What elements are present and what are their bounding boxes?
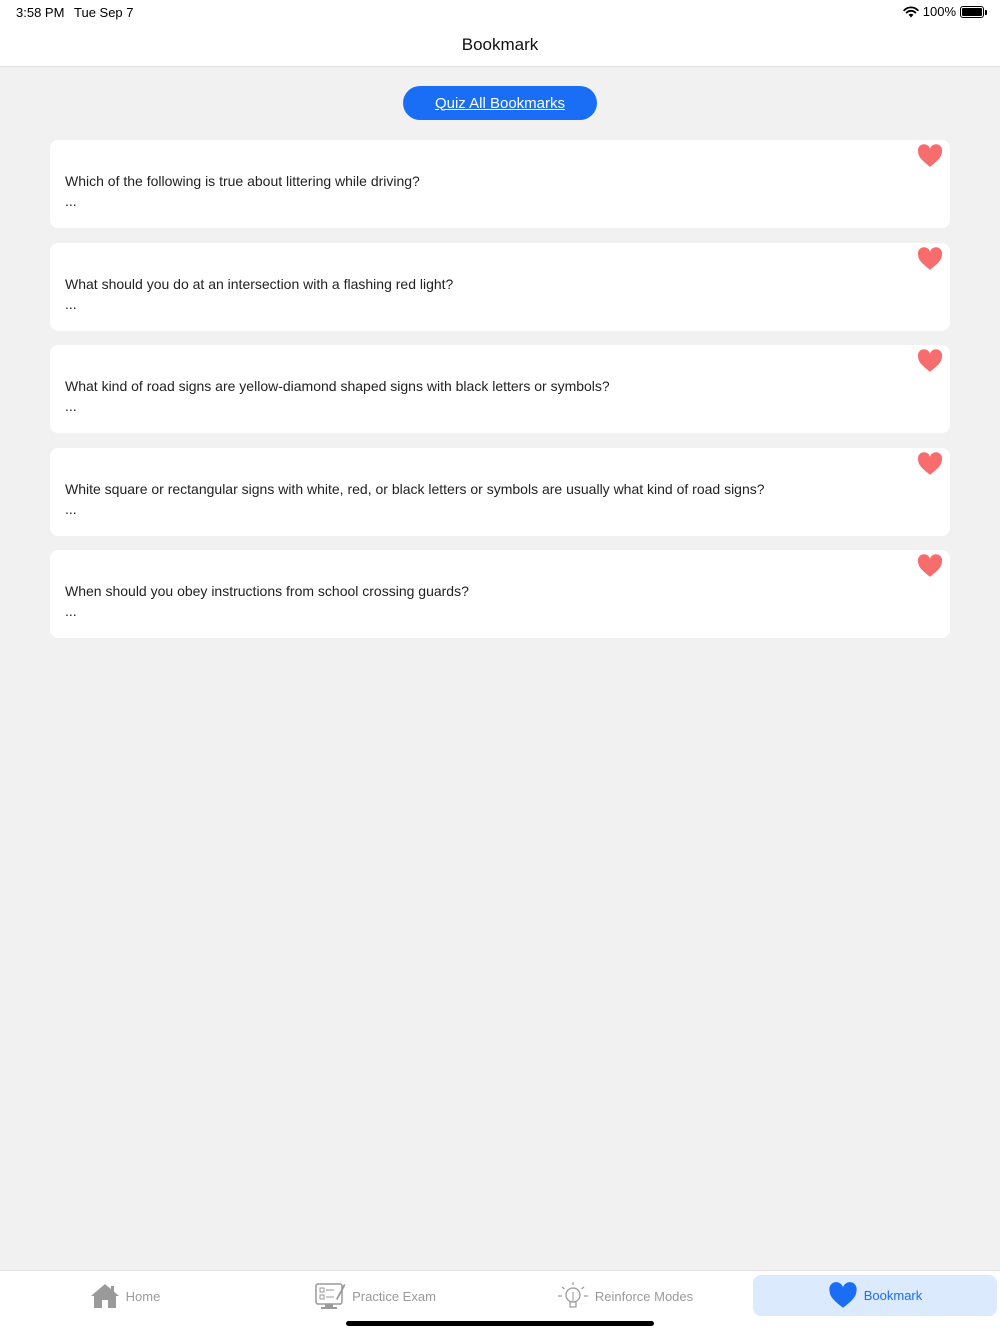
bookmark-card[interactable]: What should you do at an intersection wi… (50, 242, 950, 331)
bookmark-question: White square or rectangular signs with w… (65, 480, 765, 497)
bookmark-list: Which of the following is true about lit… (50, 140, 950, 653)
tab-bookmark[interactable]: Bookmark (753, 1275, 997, 1316)
lightbulb-icon (557, 1282, 588, 1308)
wifi-icon (903, 5, 919, 17)
heart-icon[interactable] (917, 144, 943, 168)
tab-reinforce-modes[interactable]: Reinforce Modes (500, 1271, 750, 1321)
home-indicator (346, 1321, 654, 1326)
status-date: Tue Sep 7 (74, 5, 134, 20)
bookmark-question: Which of the following is true about lit… (65, 173, 420, 189)
bookmark-question: What kind of road signs are yellow-diamo… (65, 378, 610, 394)
bookmark-ellipsis: ... (65, 603, 77, 619)
bookmark-ellipsis: ... (65, 398, 77, 414)
tab-home-label: Home (125, 1288, 161, 1304)
heart-icon[interactable] (917, 451, 943, 476)
bookmark-card[interactable]: What kind of road signs are yellow-diamo… (50, 345, 950, 433)
bookmark-card[interactable]: Which of the following is true about lit… (50, 140, 950, 228)
bookmark-card[interactable]: White square or rectangular signs with w… (50, 447, 950, 536)
bookmark-question: When should you obey instructions from s… (65, 583, 469, 599)
nav-bar: Bookmark (0, 24, 1000, 67)
heart-icon[interactable] (917, 246, 943, 271)
bookmark-ellipsis: ... (65, 193, 77, 209)
battery-icon (960, 5, 987, 18)
bookmark-ellipsis: ... (65, 295, 77, 312)
home-icon (90, 1284, 119, 1308)
status-indicators: 100% (903, 4, 987, 19)
battery-percent: 100% (922, 4, 956, 19)
quiz-all-bookmarks-button[interactable]: Quiz All Bookmarks (403, 86, 597, 120)
status-time: 3:58 PM (16, 5, 65, 20)
heart-icon[interactable] (917, 554, 943, 578)
bookmark-question: What should you do at an intersection wi… (65, 275, 454, 292)
bookmark-ellipsis: ... (65, 500, 77, 517)
bookmark-card[interactable]: When should you obey instructions from s… (50, 550, 950, 638)
tab-practice-exam-label: Practice Exam (352, 1288, 436, 1304)
practice-exam-icon (315, 1283, 346, 1309)
tab-bookmark-label: Bookmark (863, 1288, 923, 1303)
tab-home[interactable]: Home (0, 1271, 250, 1321)
heart-icon (829, 1282, 857, 1308)
tab-reinforce-modes-label: Reinforce Modes (594, 1288, 694, 1304)
heart-icon[interactable] (917, 349, 943, 373)
status-bar: 3:58 PM Tue Sep 7 100% (0, 0, 1000, 24)
page-title: Bookmark (461, 35, 539, 54)
tab-practice-exam[interactable]: Practice Exam (250, 1271, 500, 1321)
